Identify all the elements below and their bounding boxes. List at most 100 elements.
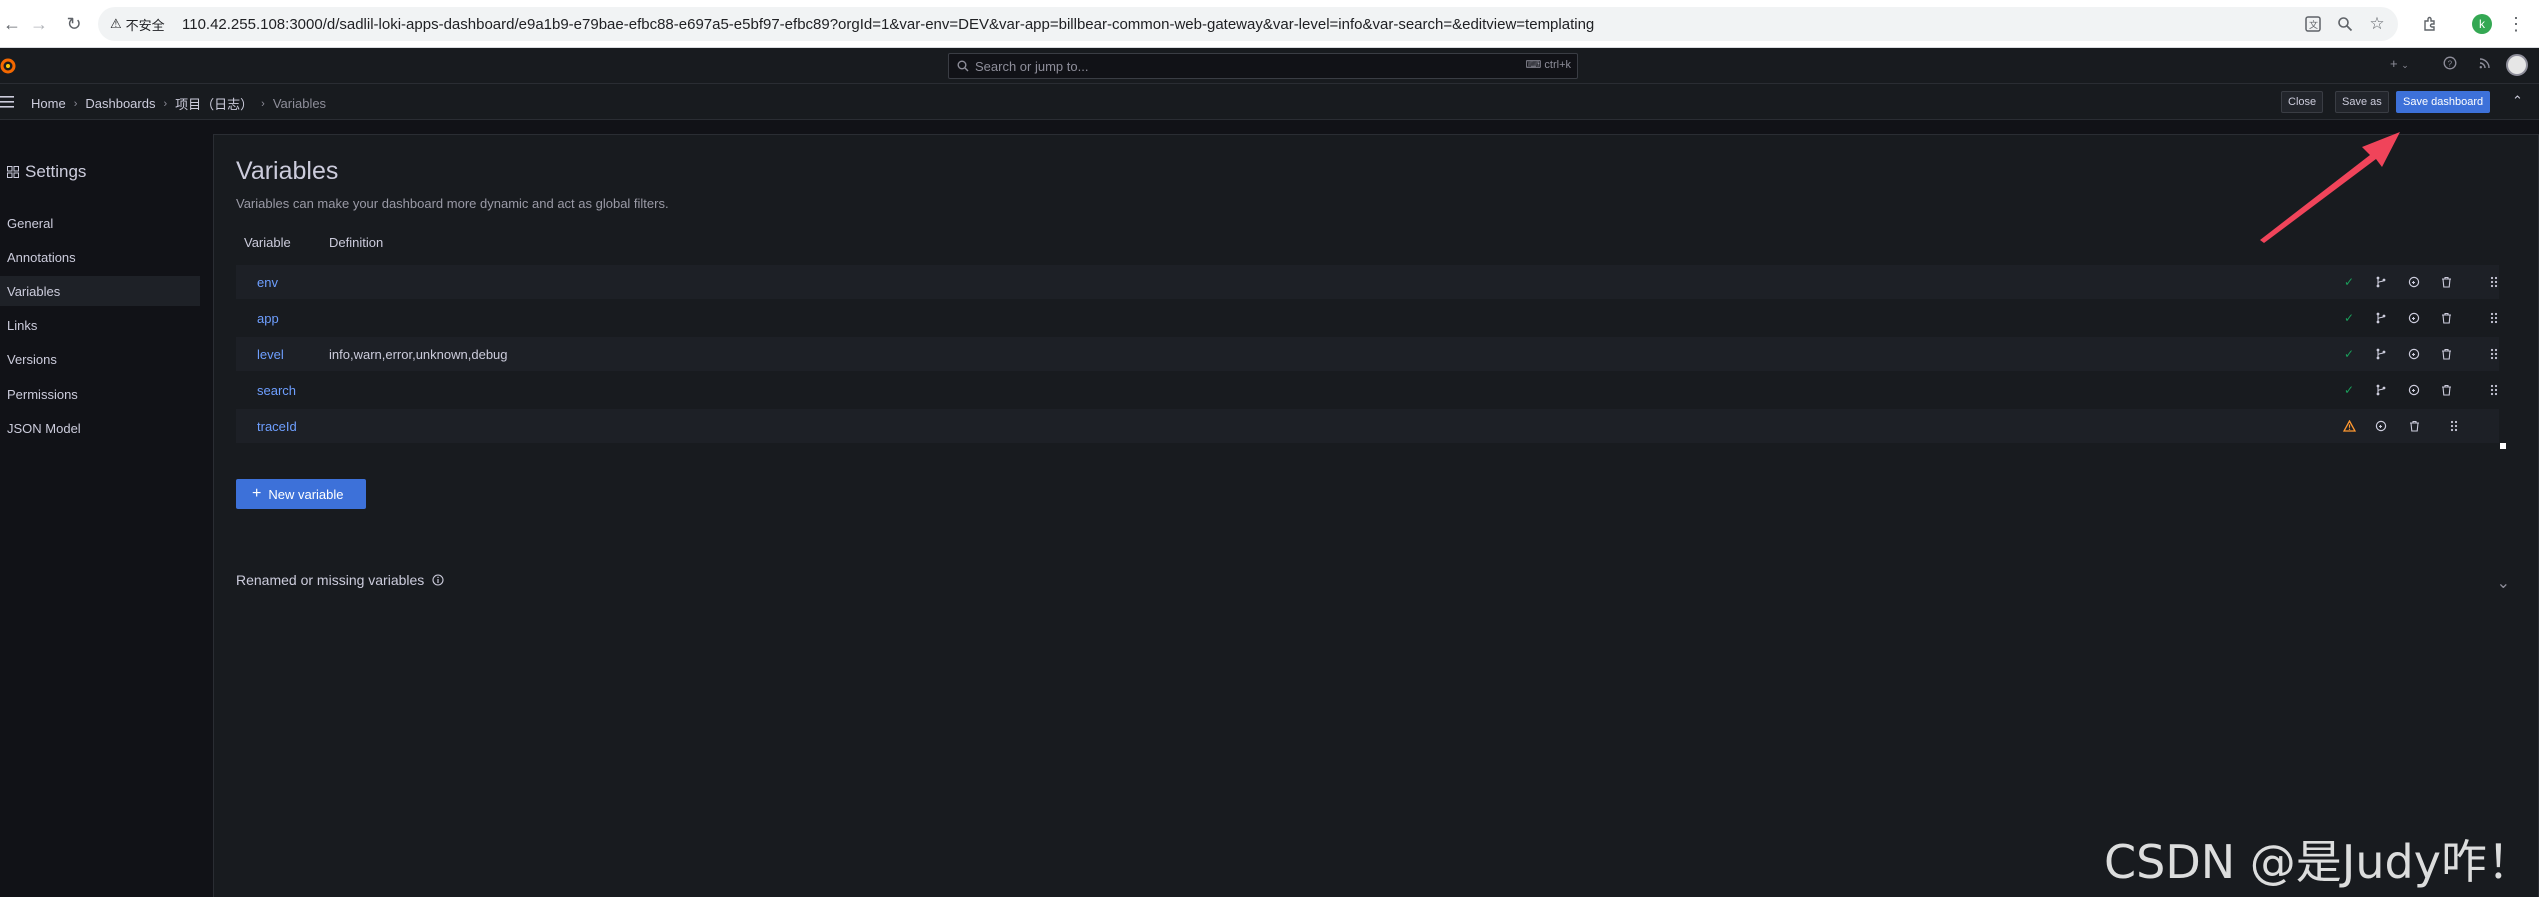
security-indicator[interactable]: ⚠ 不安全	[110, 13, 165, 35]
help-icon[interactable]: ?	[2443, 56, 2457, 70]
drag-handle-icon[interactable]	[2486, 346, 2502, 362]
search-placeholder: Search or jump to...	[975, 58, 1089, 74]
translate-icon[interactable]: 文	[2302, 13, 2324, 35]
insecure-label: 不安全	[125, 17, 165, 33]
zoom-icon[interactable]	[2334, 13, 2356, 35]
grafana-logo-icon[interactable]	[0, 56, 18, 76]
browser-menu-icon[interactable]: ⋮	[2504, 12, 2528, 36]
collapse-header-icon[interactable]: ⌃	[2512, 93, 2523, 109]
renamed-missing-section-toggle[interactable]: Renamed or missing variables	[236, 572, 444, 588]
duplicate-icon[interactable]	[2406, 346, 2422, 362]
sidebar-item-annotations[interactable]: Annotations	[0, 242, 200, 272]
drag-handle-icon[interactable]	[2486, 310, 2502, 326]
svg-text:?: ?	[2448, 59, 2453, 68]
chevron-down-icon: ⌄	[2401, 60, 2409, 70]
shortcut-label: ctrl+k	[1544, 58, 1571, 71]
warning-icon[interactable]	[2341, 418, 2357, 434]
page-subtitle: Variables can make your dashboard more d…	[236, 196, 669, 211]
save-dashboard-button[interactable]: Save dashboard	[2396, 91, 2491, 113]
drag-handle-icon[interactable]	[2486, 382, 2502, 398]
info-icon[interactable]	[432, 574, 444, 586]
table-row[interactable]: search ✓	[236, 373, 2499, 407]
close-button[interactable]: Close	[2281, 91, 2324, 113]
breadcrumb-separator-icon: ›	[163, 97, 168, 110]
check-icon: ✓	[2343, 275, 2355, 289]
variable-definition: info,warn,error,unknown,debug	[329, 347, 508, 362]
grid-icon	[7, 166, 19, 178]
breadcrumb-separator-icon: ›	[261, 97, 265, 110]
address-bar[interactable]: ⚠ 不安全 110.42.255.108:3000/d/sadlil-loki-…	[98, 7, 2398, 41]
sidebar-item-variables[interactable]: Variables	[0, 276, 200, 306]
renamed-missing-label: Renamed or missing variables	[236, 572, 425, 588]
variable-name-link[interactable]: search	[257, 383, 296, 398]
settings-title-label: Settings	[25, 162, 87, 181]
breadcrumb-separator-icon: ›	[73, 97, 78, 110]
references-icon[interactable]	[2373, 274, 2389, 290]
save-as-button[interactable]: Save as	[2335, 91, 2389, 113]
check-icon: ✓	[2343, 347, 2355, 361]
check-icon: ✓	[2343, 311, 2355, 325]
watermark-text: CSDN @是Judy咋！	[2104, 835, 2533, 889]
url-text[interactable]: 110.42.255.108:3000/d/sadlil-loki-apps-d…	[182, 16, 1594, 33]
variable-name-link[interactable]: env	[257, 275, 278, 290]
chevron-down-icon[interactable]: ⌄	[2497, 573, 2510, 593]
news-feed-icon[interactable]	[2478, 56, 2492, 70]
keyboard-icon: ⌨	[1525, 59, 1542, 71]
trash-icon[interactable]	[2438, 382, 2454, 398]
settings-heading: Settings	[7, 162, 86, 182]
add-new-button[interactable]: + ⌄	[2390, 56, 2409, 71]
resize-handle[interactable]	[2500, 443, 2506, 449]
sidebar-item-json-model[interactable]: JSON Model	[0, 413, 200, 443]
references-icon[interactable]	[2373, 310, 2389, 326]
column-definition: Definition	[329, 235, 384, 250]
table-row[interactable]: app ✓	[236, 301, 2499, 335]
duplicate-icon[interactable]	[2406, 310, 2422, 326]
table-row[interactable]: traceId	[236, 409, 2499, 443]
reload-icon[interactable]: ↻	[62, 12, 86, 36]
duplicate-icon[interactable]	[2406, 382, 2422, 398]
bookmark-star-icon[interactable]: ☆	[2366, 13, 2388, 35]
check-icon: ✓	[2343, 383, 2355, 397]
warning-icon: ⚠	[110, 16, 122, 31]
trash-icon[interactable]	[2438, 274, 2454, 290]
variable-name-link[interactable]: traceId	[257, 419, 297, 434]
breadcrumb-dashboard-title[interactable]: 项目（日志）	[175, 94, 253, 113]
search-input[interactable]: Search or jump to... ⌨ ctrl+k	[948, 53, 1578, 79]
duplicate-icon[interactable]	[2406, 274, 2422, 290]
variables-panel: Variables Variables can make your dashbo…	[213, 134, 2539, 897]
breadcrumb-dashboards[interactable]: Dashboards	[85, 96, 155, 111]
user-avatar[interactable]	[2506, 54, 2528, 76]
references-icon[interactable]	[2373, 382, 2389, 398]
table-row[interactable]: level info,warn,error,unknown,debug ✓	[236, 337, 2499, 371]
new-variable-label: New variable	[268, 486, 344, 502]
extensions-icon[interactable]	[2418, 12, 2442, 36]
page-title: Variables	[236, 157, 339, 185]
plus-icon: +	[252, 485, 262, 502]
drag-handle-icon[interactable]	[2446, 418, 2462, 434]
breadcrumb-home[interactable]: Home	[31, 96, 66, 111]
trash-icon[interactable]	[2438, 310, 2454, 326]
duplicate-icon[interactable]	[2373, 418, 2389, 434]
back-icon[interactable]: ←	[0, 12, 24, 36]
breadcrumb: Home › Dashboards › 项目（日志） › Variables	[31, 94, 326, 113]
annotation-arrow	[2260, 132, 2400, 243]
variable-name-link[interactable]: app	[257, 311, 279, 326]
sidebar-item-links[interactable]: Links	[0, 310, 200, 340]
search-icon	[957, 60, 969, 72]
trash-icon[interactable]	[2406, 418, 2422, 434]
sidebar-item-permissions[interactable]: Permissions	[0, 379, 200, 409]
trash-icon[interactable]	[2438, 346, 2454, 362]
sidebar-item-general[interactable]: General	[0, 208, 200, 238]
forward-icon[interactable]: →	[27, 12, 51, 36]
references-icon[interactable]	[2373, 346, 2389, 362]
add-icon: +	[2390, 56, 2398, 71]
menu-icon[interactable]	[0, 95, 16, 109]
variable-name-link[interactable]: level	[257, 347, 284, 362]
browser-chrome: ← → ↻ ⚠ 不安全 110.42.255.108:3000/d/sadlil…	[0, 0, 2539, 48]
new-variable-button[interactable]: + New variable	[236, 479, 366, 509]
sidebar-item-versions[interactable]: Versions	[0, 344, 200, 374]
profile-avatar[interactable]: k	[2470, 12, 2494, 36]
breadcrumb-bar: Home › Dashboards › 项目（日志） › Variables C…	[0, 84, 2539, 120]
table-row[interactable]: env ✓	[236, 265, 2499, 299]
drag-handle-icon[interactable]	[2486, 274, 2502, 290]
